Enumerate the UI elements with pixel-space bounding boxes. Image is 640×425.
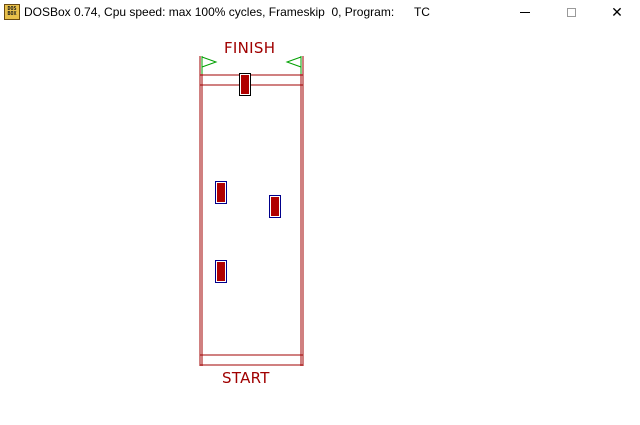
window-title: DOSBox 0.74, Cpu speed: max 100% cycles,… [24, 5, 430, 19]
track [199, 56, 304, 366]
opponent-car [269, 195, 281, 218]
right-flag-icon [285, 56, 302, 74]
player-car [239, 73, 251, 96]
finish-label: FINISH [224, 39, 276, 57]
opponent-car [215, 181, 227, 204]
maximize-button[interactable] [548, 0, 594, 24]
minimize-icon [520, 11, 530, 13]
race-track-canvas [199, 56, 304, 366]
opponent-car [215, 260, 227, 283]
icon-text-bottom: BOX [7, 11, 17, 17]
maximize-icon [566, 7, 576, 17]
dosbox-icon[interactable]: DOS BOX [4, 4, 20, 20]
start-label: START [222, 369, 270, 387]
close-button[interactable]: ✕ [594, 0, 640, 24]
game-viewport[interactable]: FINISH START [0, 24, 640, 425]
minimize-button[interactable] [502, 0, 548, 24]
title-bar[interactable]: DOS BOX DOSBox 0.74, Cpu speed: max 100%… [0, 0, 640, 24]
close-icon: ✕ [611, 3, 623, 20]
left-flag-icon [201, 56, 218, 74]
